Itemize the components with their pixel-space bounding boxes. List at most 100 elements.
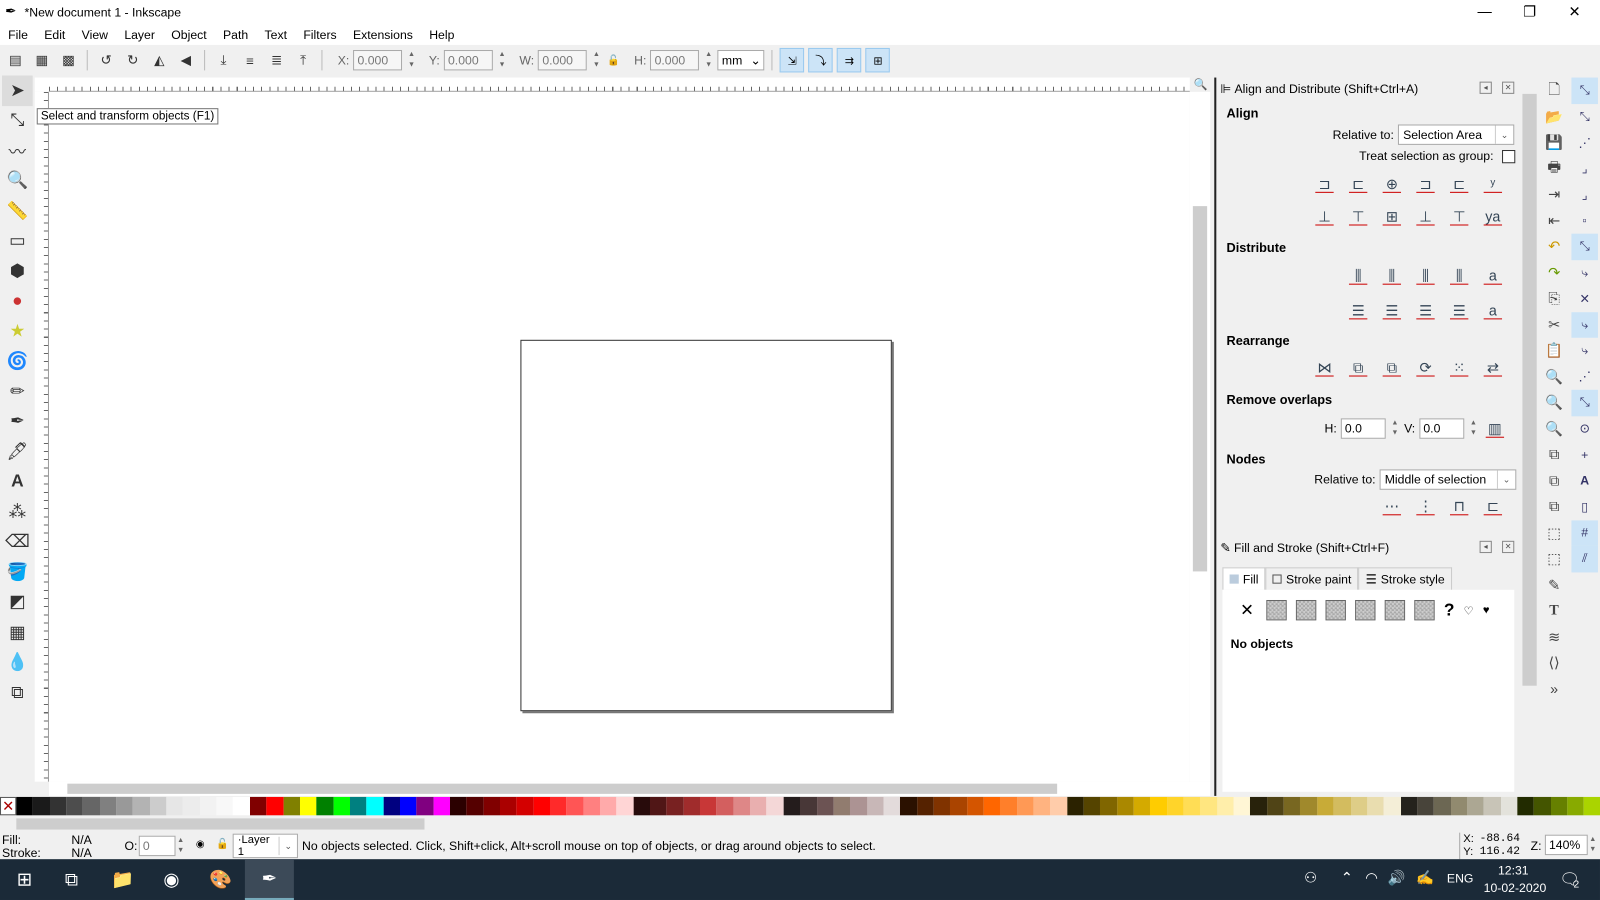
- color-swatch[interactable]: [283, 796, 300, 816]
- color-swatch[interactable]: [1066, 796, 1084, 816]
- tab-stroke-paint[interactable]: Stroke paint: [1265, 567, 1359, 590]
- color-swatch[interactable]: [1517, 796, 1534, 816]
- menu-extensions[interactable]: Extensions: [345, 28, 421, 42]
- pen-icon[interactable]: ✍: [1416, 869, 1434, 886]
- menu-file[interactable]: File: [0, 28, 36, 42]
- color-swatch[interactable]: [233, 796, 250, 816]
- snap-guides-icon[interactable]: ⫽: [1571, 545, 1598, 572]
- color-swatch[interactable]: [366, 796, 384, 816]
- radial-gradient-icon[interactable]: [1325, 599, 1346, 621]
- task-view-icon[interactable]: ⧉: [47, 859, 96, 900]
- overlap-h-input[interactable]: 0.0: [1340, 418, 1386, 439]
- treat-as-group-checkbox[interactable]: [1501, 149, 1515, 163]
- color-swatch[interactable]: [650, 796, 667, 816]
- spray-tool-icon[interactable]: ⁂: [2, 497, 33, 527]
- color-swatch[interactable]: [1217, 796, 1234, 816]
- close-panel-button[interactable]: ✕: [1502, 81, 1515, 94]
- dropper-tool-icon[interactable]: 💧: [2, 647, 33, 677]
- new-document-icon[interactable]: 🗋: [1541, 78, 1568, 104]
- rotate-ccw-icon[interactable]: ↺: [95, 49, 117, 71]
- snap-bbox-center-icon[interactable]: ▫: [1571, 208, 1598, 234]
- fill-rule-nonzero-icon[interactable]: ♥: [1483, 604, 1490, 616]
- distribute-baseline-v-icon[interactable]: a: [1481, 298, 1505, 322]
- center-vertical-axis-icon[interactable]: ⊕: [1380, 171, 1404, 195]
- color-swatch[interactable]: [166, 796, 184, 816]
- dock-scroll-thumb[interactable]: [1522, 93, 1537, 686]
- color-swatch[interactable]: [133, 796, 150, 816]
- nodes-relative-to-select[interactable]: Middle of selection ⌄: [1379, 469, 1517, 490]
- layer-visibility-icon[interactable]: ◉: [196, 839, 205, 850]
- color-swatch[interactable]: [1100, 796, 1118, 816]
- color-swatch[interactable]: [766, 796, 784, 816]
- color-swatch[interactable]: [1183, 796, 1201, 816]
- eraser-tool-icon[interactable]: ⌫: [2, 527, 33, 557]
- close-panel-button[interactable]: ✕: [1502, 540, 1515, 554]
- snap-nodes-icon[interactable]: ⤡: [1571, 233, 1598, 260]
- color-swatch[interactable]: [399, 796, 417, 816]
- snap-page-border-icon[interactable]: ▯: [1571, 494, 1598, 520]
- export-icon[interactable]: ⇤: [1541, 208, 1568, 234]
- color-swatch[interactable]: [199, 796, 217, 816]
- spiral-tool-icon[interactable]: 🌀: [2, 346, 33, 376]
- align-left-to-right-icon[interactable]: ⊏: [1447, 171, 1471, 195]
- raise-icon[interactable]: ≣: [265, 49, 287, 71]
- color-swatch[interactable]: [1317, 796, 1334, 816]
- snap-bbox-midpoint-icon[interactable]: ⌟: [1571, 182, 1598, 208]
- color-swatch[interactable]: [1250, 796, 1268, 816]
- unclump-icon[interactable]: ⇄: [1481, 355, 1505, 379]
- collapse-panel-button[interactable]: ◂: [1479, 81, 1492, 94]
- flat-color-icon[interactable]: [1266, 599, 1287, 621]
- color-swatch[interactable]: [950, 796, 967, 816]
- color-swatch[interactable]: [499, 796, 517, 816]
- deselect-icon[interactable]: ▩: [57, 49, 79, 71]
- color-swatch[interactable]: [850, 796, 867, 816]
- layers-dialog-icon[interactable]: ≋: [1541, 624, 1568, 650]
- color-swatch[interactable]: [483, 796, 500, 816]
- print-icon[interactable]: 🖶: [1541, 156, 1568, 182]
- overlap-h-stepper[interactable]: ▲ ▼: [1390, 418, 1400, 438]
- fill-rule-evenodd-icon[interactable]: ♡: [1464, 604, 1474, 617]
- align-top-to-bottom-icon[interactable]: ⊤: [1447, 204, 1471, 228]
- cut-icon[interactable]: ✂: [1541, 312, 1568, 338]
- layer-lock-icon[interactable]: 🔓: [216, 839, 229, 850]
- mesh-gradient-icon[interactable]: [1355, 599, 1376, 621]
- zoom-input[interactable]: 140%: [1544, 834, 1588, 856]
- color-swatch[interactable]: [33, 796, 50, 816]
- open-icon[interactable]: 📂: [1541, 104, 1568, 130]
- zoom-stepper[interactable]: ▲ ▼: [1588, 835, 1598, 855]
- layer-select[interactable]: ·Layer 1 ⌄: [232, 833, 298, 859]
- file-explorer-icon[interactable]: 📁: [98, 859, 147, 900]
- randomize-positions-icon[interactable]: ⁙: [1447, 355, 1471, 379]
- rotate-cw-icon[interactable]: ↻: [121, 49, 143, 71]
- color-swatch[interactable]: [983, 796, 1001, 816]
- graph-layout-icon[interactable]: ⋈: [1312, 355, 1336, 379]
- pencil-tool-icon[interactable]: ✏: [2, 377, 33, 407]
- color-swatch[interactable]: [1117, 796, 1134, 816]
- menu-edit[interactable]: Edit: [36, 28, 73, 42]
- y-stepper[interactable]: ▲ ▼: [497, 50, 507, 70]
- restore-button[interactable]: ❐: [1506, 0, 1553, 24]
- color-swatch[interactable]: [116, 796, 134, 816]
- unlink-clone-icon[interactable]: ⧉: [1541, 494, 1568, 520]
- color-swatch[interactable]: [866, 796, 884, 816]
- close-button[interactable]: ✕: [1551, 0, 1598, 24]
- color-swatch[interactable]: [99, 796, 117, 816]
- snap-smooth-nodes-icon[interactable]: ⤷: [1571, 338, 1598, 364]
- align-bottom-to-top-icon[interactable]: ⊥: [1312, 204, 1336, 228]
- no-paint-icon[interactable]: ✕: [1237, 600, 1257, 620]
- star-tool-icon[interactable]: ★: [2, 316, 33, 346]
- color-swatch[interactable]: [716, 796, 734, 816]
- color-swatch[interactable]: [149, 796, 167, 816]
- color-swatch[interactable]: [183, 796, 200, 816]
- paint-bucket-tool-icon[interactable]: 🪣: [2, 557, 33, 587]
- color-swatch[interactable]: [1383, 796, 1401, 816]
- align-right-to-left-icon[interactable]: ⊐: [1312, 171, 1336, 195]
- color-swatch[interactable]: [416, 796, 434, 816]
- menu-layer[interactable]: Layer: [116, 28, 163, 42]
- wifi-icon[interactable]: ◠: [1365, 869, 1377, 886]
- color-swatch[interactable]: [299, 796, 317, 816]
- color-swatch[interactable]: [449, 796, 467, 816]
- exchange-z-order-icon[interactable]: ⧉: [1380, 355, 1404, 379]
- menu-help[interactable]: Help: [421, 28, 463, 42]
- w-input[interactable]: 0.000: [538, 49, 588, 71]
